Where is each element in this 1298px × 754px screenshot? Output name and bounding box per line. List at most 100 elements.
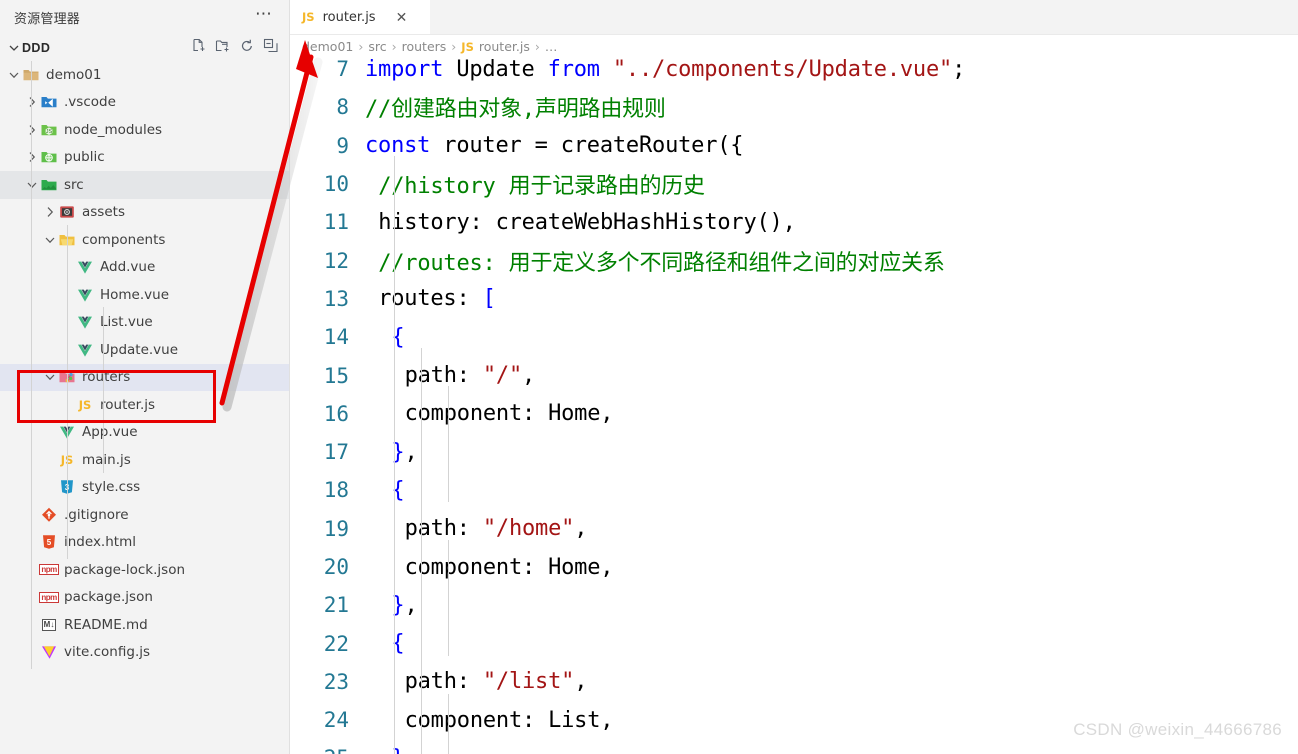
twisty-placeholder [24, 562, 40, 578]
chevron-right-icon[interactable] [24, 122, 40, 138]
twisty-placeholder [42, 424, 58, 440]
twisty-placeholder [60, 314, 76, 330]
tree-item-style-css[interactable]: 3style.css [0, 474, 289, 502]
chevron-right-icon[interactable] [42, 204, 58, 220]
code-text: }, [391, 746, 417, 754]
refresh-icon[interactable] [239, 38, 255, 59]
twisty-placeholder [24, 617, 40, 633]
code-line[interactable]: 25}, [290, 739, 1298, 754]
chevron-right-icon[interactable] [24, 149, 40, 165]
tab-router-js[interactable]: JS router.js ✕ [290, 0, 430, 34]
code-text: routes: [ [378, 286, 496, 311]
tree-item-label: router.js [100, 396, 156, 413]
tree-item-add-vue[interactable]: Add.vue [0, 254, 289, 282]
line-number: 22 [323, 631, 349, 656]
twisty-placeholder [42, 479, 58, 495]
vscode-window: 资源管理器 ⋯ DDD demo01 .vscode JS node_modul… [0, 0, 1298, 754]
new-file-icon[interactable] [191, 38, 207, 59]
code-line[interactable]: 14{ [290, 318, 1298, 356]
tree-item-src[interactable]: src [0, 171, 289, 199]
tree-item-package-json[interactable]: npm package.json [0, 584, 289, 612]
code-token: , [574, 516, 588, 542]
chevron-right-icon[interactable] [24, 94, 40, 110]
twisty-placeholder [60, 287, 76, 303]
code-text: component: Home, [405, 555, 614, 580]
code-text: const router = createRouter({ [365, 133, 744, 158]
ellipsis-icon[interactable]: ⋯ [251, 5, 277, 27]
tree-item-label: public [64, 149, 105, 166]
chevron-down-icon[interactable] [6, 40, 22, 56]
tree-item-update-vue[interactable]: Update.vue [0, 336, 289, 364]
breadcrumb-item[interactable]: src [368, 39, 386, 54]
tree-item-label: node_modules [64, 121, 163, 138]
line-number: 18 [323, 478, 349, 503]
code-line[interactable]: 16 component: Home, [290, 395, 1298, 433]
tree-item-label: components [82, 231, 166, 248]
tree-item-components[interactable]: components [0, 226, 289, 254]
code-line[interactable]: 17}, [290, 433, 1298, 471]
chevron-down-icon[interactable] [42, 232, 58, 248]
tree-item-index-html[interactable]: 5 index.html [0, 529, 289, 557]
code-line[interactable]: 21}, [290, 586, 1298, 624]
tree-item-label: Update.vue [100, 341, 179, 358]
tree-item-home-vue[interactable]: Home.vue [0, 281, 289, 309]
code-line[interactable]: 20 component: Home, [290, 548, 1298, 586]
tree-item-list-vue[interactable]: List.vue [0, 309, 289, 337]
tree-item-router-js[interactable]: JS router.js [0, 391, 289, 419]
tree-item-assets[interactable]: assets [0, 199, 289, 227]
tree-item-vite-config-js[interactable]: vite.config.js [0, 639, 289, 667]
tree-item-gitignore[interactable]: .gitignore [0, 501, 289, 529]
tree-item-label: src [64, 176, 84, 193]
csdn-watermark: CSDN @weixin_44666786 [1073, 720, 1282, 739]
code-line[interactable]: 22{ [290, 624, 1298, 662]
tree-item-public[interactable]: public [0, 144, 289, 172]
code-token: , [404, 746, 417, 754]
code-line[interactable]: 13 routes: [ [290, 280, 1298, 318]
tree-item-readme-md[interactable]: M↓ README.md [0, 611, 289, 639]
twisty-placeholder [60, 259, 76, 275]
breadcrumb-overflow[interactable]: … [545, 39, 558, 54]
code-token: component: List, [404, 707, 614, 733]
collapse-all-icon[interactable] [263, 38, 279, 59]
tree-item-label: main.js [82, 451, 131, 468]
code-editor[interactable]: 7 import Update from "../components/Updat… [290, 58, 1298, 754]
code-line[interactable]: 23 path: "/list", [290, 663, 1298, 701]
breadcrumb-file[interactable]: router.js [479, 39, 530, 54]
code-indent-guide [394, 156, 395, 754]
code-line[interactable]: 10 //history 用于记录路由的历史 [290, 165, 1298, 203]
code-line[interactable]: 9 const router = createRouter({ [290, 127, 1298, 165]
new-folder-icon[interactable] [215, 38, 231, 59]
tree-item-node-modules[interactable]: JS node_modules [0, 116, 289, 144]
tree-item-main-js[interactable]: JSmain.js [0, 446, 289, 474]
tree-item-demo01[interactable]: demo01 [0, 61, 289, 89]
code-text: }, [391, 440, 417, 465]
chevron-down-icon[interactable] [42, 369, 58, 385]
chevron-down-icon[interactable] [24, 177, 40, 193]
workspace-root-row[interactable]: DDD [0, 35, 289, 61]
tree-item-label: assets [82, 204, 125, 221]
tree-item-vscode[interactable]: .vscode [0, 89, 289, 117]
code-line[interactable]: 8 //创建路由对象,声明路由规则 [290, 88, 1298, 126]
tree-item-label: .gitignore [64, 506, 129, 523]
code-line[interactable]: 15 path: "/", [290, 356, 1298, 394]
close-icon[interactable]: ✕ [396, 10, 408, 24]
vue-file-icon [76, 286, 94, 304]
code-line[interactable]: 19 path: "/home", [290, 510, 1298, 548]
code-line[interactable]: 7 import Update from "../components/Updat… [290, 58, 1298, 88]
tree-item-routers[interactable]: routers [0, 363, 289, 391]
explorer-title: 资源管理器 [14, 12, 81, 27]
code-token: path: [404, 516, 483, 542]
breadcrumb-separator: › [391, 39, 397, 54]
tree-item-package-lock-json[interactable]: npm package-lock.json [0, 556, 289, 584]
code-line[interactable]: 18{ [290, 471, 1298, 509]
tree-item-label: README.md [64, 616, 148, 633]
tree-item-label: List.vue [100, 314, 153, 331]
markdown-file-icon: M↓ [41, 618, 57, 631]
breadcrumb-item[interactable]: demo01 [302, 39, 353, 54]
tree-item-app-vue[interactable]: App.vue [0, 419, 289, 447]
code-line[interactable]: 12 //routes: 用于定义多个不同路径和组件之间的对应关系 [290, 241, 1298, 279]
line-number: 10 [323, 172, 349, 197]
code-line[interactable]: 11 history: createWebHashHistory(), [290, 203, 1298, 241]
breadcrumb-item[interactable]: routers [402, 39, 447, 54]
chevron-down-icon[interactable] [6, 67, 22, 83]
